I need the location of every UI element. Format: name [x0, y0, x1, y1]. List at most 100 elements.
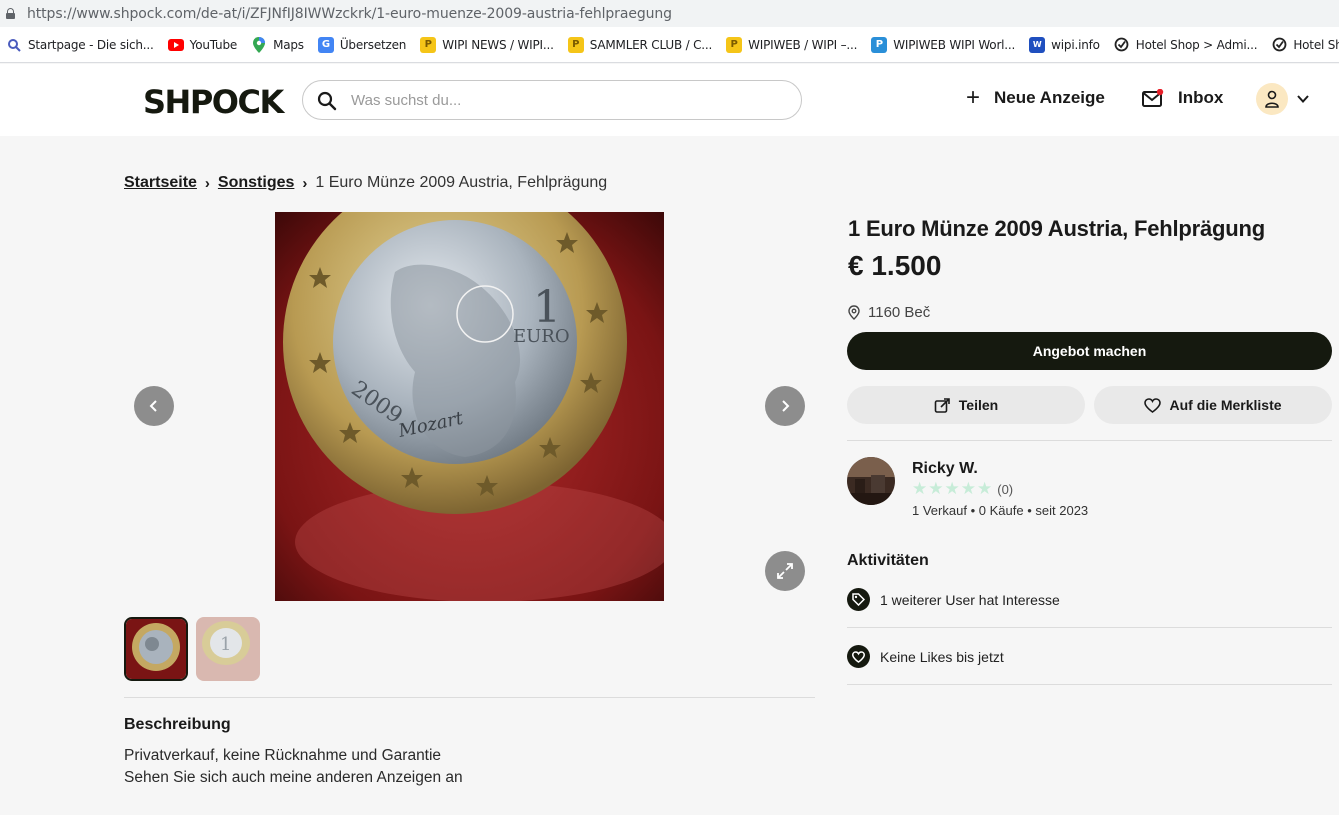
chevron-right-icon	[782, 400, 790, 412]
chevron-down-icon[interactable]	[1296, 92, 1310, 106]
seller-rating: ★ ★ ★ ★ ★ (0)	[912, 479, 1014, 498]
bookmark-translate[interactable]: G Übersetzen	[317, 36, 407, 53]
breadcrumb: Startseite › Sonstiges › 1 Euro Münze 20…	[124, 174, 607, 192]
bookmark-hotel-shop[interactable]: Hotel Shop	[1271, 37, 1339, 53]
activity-likes: Keine Likes bis jetzt	[847, 645, 1004, 668]
mail-icon	[1142, 88, 1164, 107]
wipi-icon: P	[726, 36, 743, 53]
bookmark-wipiweb[interactable]: P WIPIWEB / WIPI –...	[726, 36, 858, 53]
product-main-image[interactable]: 1 EURO 2009 Mozart	[275, 212, 664, 601]
bookmark-label: WIPIWEB / WIPI –...	[748, 37, 858, 52]
share-button[interactable]: Teilen	[847, 386, 1085, 424]
seller-stats: 1 Verkauf • 0 Käufe • seit 2023	[912, 503, 1088, 518]
watchlist-button[interactable]: Auf die Merkliste	[1094, 386, 1332, 424]
bookmark-label: Startpage - Die sich...	[28, 37, 154, 52]
star-icon: ★	[912, 479, 928, 498]
new-ad-button[interactable]: + Neue Anzeige	[966, 86, 1105, 110]
star-icon: ★	[944, 479, 960, 498]
activities-heading: Aktivitäten	[847, 552, 929, 569]
gallery-prev-button[interactable]	[134, 386, 174, 426]
activity-interest: 1 weiterer User hat Interesse	[847, 588, 1060, 611]
seller-purchases: 0 Käufe	[978, 503, 1024, 518]
activity-likes-text: Keine Likes bis jetzt	[880, 648, 1004, 665]
browser-address-bar[interactable]: https://www.shpock.com/de-at/i/ZFJNfIJ8I…	[0, 0, 1339, 27]
star-icon: ★	[928, 479, 944, 498]
bookmark-label: WIPIWEB WIPI Worl...	[893, 37, 1016, 52]
listing-title: 1 Euro Münze 2009 Austria, Fehlprägung	[848, 216, 1265, 241]
activity-interest-text: 1 weiterer User hat Interesse	[880, 591, 1060, 608]
svg-text:1: 1	[220, 634, 231, 655]
wipi-icon: P	[420, 36, 437, 53]
search-input[interactable]	[351, 89, 781, 111]
inbox-button[interactable]: Inbox	[1142, 88, 1223, 108]
seller-since: seit 2023	[1035, 503, 1089, 518]
share-label: Teilen	[958, 397, 999, 413]
wipi-icon: P	[567, 36, 584, 53]
seller-name[interactable]: Ricky W.	[912, 460, 978, 478]
star-icon: ★	[977, 479, 993, 498]
description-line: Sehen Sie sich auch meine anderen Anzeig…	[124, 769, 463, 786]
thumbnail-1[interactable]	[124, 617, 188, 681]
bookmark-startpage[interactable]: Startpage - Die sich...	[6, 37, 154, 53]
startpage-icon	[6, 37, 22, 53]
bookmark-label: wipi.info	[1051, 37, 1100, 52]
translate-icon: G	[317, 36, 334, 53]
gallery-next-button[interactable]	[765, 386, 805, 426]
bookmark-label: Hotel Shop > Admi...	[1135, 37, 1258, 52]
bookmark-sammler-club[interactable]: P SAMMLER CLUB / C...	[567, 36, 713, 53]
bookmark-label: Maps	[273, 37, 304, 52]
wipi-info-icon: W	[1029, 36, 1046, 53]
watchlist-label: Auf die Merkliste	[1169, 397, 1282, 413]
location-pin-icon	[848, 305, 860, 320]
tag-icon	[847, 588, 870, 611]
svg-text:EURO: EURO	[513, 326, 570, 347]
bookmark-youtube[interactable]: YouTube	[167, 37, 238, 53]
location-text: 1160 Beč	[868, 304, 931, 321]
description-text: Privatverkauf, keine Rücknahme und Garan…	[124, 745, 463, 789]
bookmarks-bar: Startpage - Die sich... YouTube Maps G Ü…	[0, 27, 1339, 63]
chevron-left-icon	[149, 400, 157, 412]
inbox-label: Inbox	[1178, 88, 1224, 107]
new-ad-label: Neue Anzeige	[994, 88, 1105, 107]
heart-icon	[1144, 397, 1162, 413]
thumbnail-2[interactable]: 1	[196, 617, 260, 681]
shpock-logo[interactable]: SHPOCK	[143, 83, 284, 121]
bookmark-hotel-shop-admin[interactable]: Hotel Shop > Admi...	[1114, 37, 1258, 53]
seller-sales: 1 Verkauf	[912, 503, 967, 518]
bookmark-label: WIPI NEWS / WIPI...	[442, 37, 554, 52]
expand-icon	[777, 563, 793, 579]
bookmark-label: YouTube	[189, 37, 238, 52]
chevron-right-icon: ›	[302, 174, 308, 192]
url-text[interactable]: https://www.shpock.com/de-at/i/ZFJNfIJ8I…	[27, 6, 672, 22]
share-icon	[934, 397, 950, 413]
bookmark-wipi-news[interactable]: P WIPI NEWS / WIPI...	[420, 36, 554, 53]
seller-avatar[interactable]	[847, 457, 895, 505]
star-icon: ★	[960, 479, 976, 498]
search-icon	[317, 91, 337, 111]
rating-count: (0)	[997, 481, 1014, 497]
hotel-shop-icon	[1271, 37, 1287, 53]
user-avatar-button[interactable]	[1256, 83, 1288, 115]
heart-icon	[847, 645, 870, 668]
bookmark-label: Übersetzen	[339, 37, 407, 52]
fullscreen-button[interactable]	[765, 551, 805, 591]
description-heading: Beschreibung	[124, 716, 231, 733]
breadcrumb-home-link[interactable]: Startseite	[124, 174, 197, 192]
bookmark-wipi-info[interactable]: W wipi.info	[1029, 36, 1100, 53]
divider	[847, 684, 1332, 685]
search-bar[interactable]	[302, 80, 802, 120]
bookmark-maps[interactable]: Maps	[251, 36, 304, 53]
breadcrumb-category-link[interactable]: Sonstiges	[218, 174, 294, 192]
lock-icon	[6, 8, 15, 19]
make-offer-button[interactable]: Angebot machen	[847, 332, 1332, 370]
bookmark-wipiweb-world[interactable]: P WIPIWEB WIPI Worl...	[871, 36, 1016, 53]
listing-price: € 1.500	[848, 250, 942, 281]
divider	[124, 697, 815, 698]
site-header: SHPOCK + Neue Anzeige Inbox	[0, 64, 1339, 136]
bookmark-label: SAMMLER CLUB / C...	[589, 37, 713, 52]
wipi-blue-icon: P	[871, 36, 888, 53]
separator: •	[970, 503, 976, 518]
bookmark-label: Hotel Shop	[1293, 37, 1339, 52]
listing-location: 1160 Beč	[848, 304, 930, 321]
breadcrumb-current: 1 Euro Münze 2009 Austria, Fehlprägung	[315, 174, 608, 191]
